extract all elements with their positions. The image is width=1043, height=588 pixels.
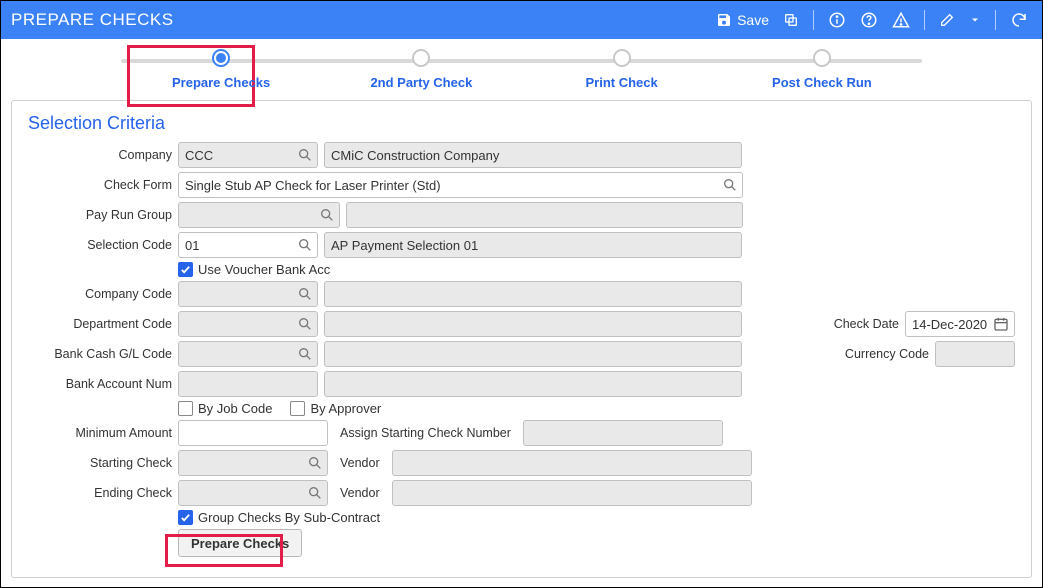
bank-cash-gl-desc [324,341,742,367]
bank-cash-gl-label: Bank Cash G/L Code [28,347,178,361]
by-approver-checkbox[interactable]: By Approver [290,401,381,416]
step-node [813,49,831,67]
selection-code-input[interactable]: 01 [178,232,318,258]
prepare-checks-button[interactable]: Prepare Checks [178,529,302,557]
starting-check-input[interactable] [178,450,328,476]
company-name-value: CMiC Construction Company [331,148,735,163]
currency-code-input [935,341,1015,367]
search-icon[interactable] [307,485,323,501]
by-approver-label: By Approver [310,401,381,416]
copy-button[interactable] [779,9,803,31]
company-code-desc [324,281,742,307]
pay-run-group-input[interactable] [178,202,340,228]
alert-button[interactable] [888,8,914,32]
minimum-amount-label: Minimum Amount [28,426,178,440]
check-form-input[interactable]: Single Stub AP Check for Laser Printer (… [178,172,743,198]
use-voucher-bank-checkbox[interactable]: Use Voucher Bank Acc [178,262,330,277]
by-job-code-label: By Job Code [198,401,272,416]
panel-title: Selection Criteria [28,113,1015,134]
search-icon[interactable] [297,346,313,362]
selection-code-label: Selection Code [28,238,178,252]
copy-icon [783,12,799,28]
use-voucher-bank-label: Use Voucher Bank Acc [198,262,330,277]
step-node [212,49,230,67]
ending-check-label: Ending Check [28,486,178,500]
edit-button[interactable] [935,9,959,31]
ending-vendor-display [392,480,752,506]
group-by-subcontract-label: Group Checks By Sub-Contract [198,510,380,525]
check-date-input[interactable]: 14-Dec-2020 [905,311,1015,337]
bank-cash-gl-input[interactable] [178,341,318,367]
search-icon[interactable] [307,455,323,471]
company-name-display: CMiC Construction Company [324,142,742,168]
search-icon[interactable] [319,207,335,223]
refresh-icon [1010,11,1028,29]
check-date-label: Check Date [822,317,905,331]
assign-starting-check-input[interactable] [523,420,723,446]
prepare-checks-button-label: Prepare Checks [191,536,289,551]
company-code-label: Company Code [28,287,178,301]
step-node [412,49,430,67]
step-post-check-run[interactable]: Post Check Run [722,49,922,90]
refresh-button[interactable] [1006,8,1032,32]
company-input[interactable]: CCC [178,142,318,168]
step-print-check[interactable]: Print Check [522,49,722,90]
bank-account-num-input[interactable] [178,371,318,397]
search-icon[interactable] [297,316,313,332]
group-by-subcontract-checkbox[interactable]: Group Checks By Sub-Contract [178,510,380,525]
edit-icon [939,12,955,28]
selection-desc: AP Payment Selection 01 [324,232,742,258]
info-button[interactable] [824,8,850,32]
selection-criteria-panel: Selection Criteria Company CCC CMiC Cons… [11,100,1032,578]
step-2nd-party-check[interactable]: 2nd Party Check [321,49,521,90]
ending-vendor-label: Vendor [334,486,386,500]
currency-code-label: Currency Code [833,347,935,361]
step-label: Prepare Checks [172,75,270,90]
search-icon[interactable] [297,286,313,302]
search-icon[interactable] [297,147,313,163]
page-title: PREPARE CHECKS [11,10,712,30]
header-bar: PREPARE CHECKS Save [1,1,1042,39]
chevron-down-icon [969,14,981,26]
calendar-icon[interactable] [993,316,1009,332]
check-form-label: Check Form [28,178,178,192]
check-date-value: 14-Dec-2020 [912,317,988,332]
ending-check-input[interactable] [178,480,328,506]
help-icon [860,11,878,29]
search-icon[interactable] [722,177,738,193]
selection-code-value: 01 [185,238,291,253]
minimum-amount-input[interactable] [178,420,328,446]
stepper: Prepare Checks 2nd Party Check Print Che… [1,39,1042,90]
starting-check-label: Starting Check [28,456,178,470]
save-icon [716,12,732,28]
company-code-input[interactable] [178,281,318,307]
info-icon [828,11,846,29]
check-form-value: Single Stub AP Check for Laser Printer (… [185,178,716,193]
step-label: Post Check Run [772,75,872,90]
pay-run-group-label: Pay Run Group [28,208,178,222]
by-job-code-checkbox[interactable]: By Job Code [178,401,272,416]
step-node [613,49,631,67]
step-label: Print Check [586,75,658,90]
pay-run-group-desc [346,202,743,228]
starting-vendor-label: Vendor [334,456,386,470]
department-desc [324,311,742,337]
dropdown-button[interactable] [965,11,985,29]
step-prepare-checks[interactable]: Prepare Checks [121,49,321,90]
selection-desc-value: AP Payment Selection 01 [331,238,735,253]
search-icon[interactable] [297,237,313,253]
company-input-value: CCC [185,148,291,163]
alert-icon [892,11,910,29]
bank-account-desc [324,371,742,397]
company-label: Company [28,148,178,162]
step-label: 2nd Party Check [370,75,472,90]
starting-vendor-display [392,450,752,476]
save-button[interactable]: Save [712,9,773,31]
help-button[interactable] [856,8,882,32]
department-code-label: Department Code [28,317,178,331]
department-code-input[interactable] [178,311,318,337]
assign-starting-check-label: Assign Starting Check Number [334,426,517,440]
save-button-label: Save [737,12,769,28]
bank-account-num-label: Bank Account Num [28,377,178,391]
